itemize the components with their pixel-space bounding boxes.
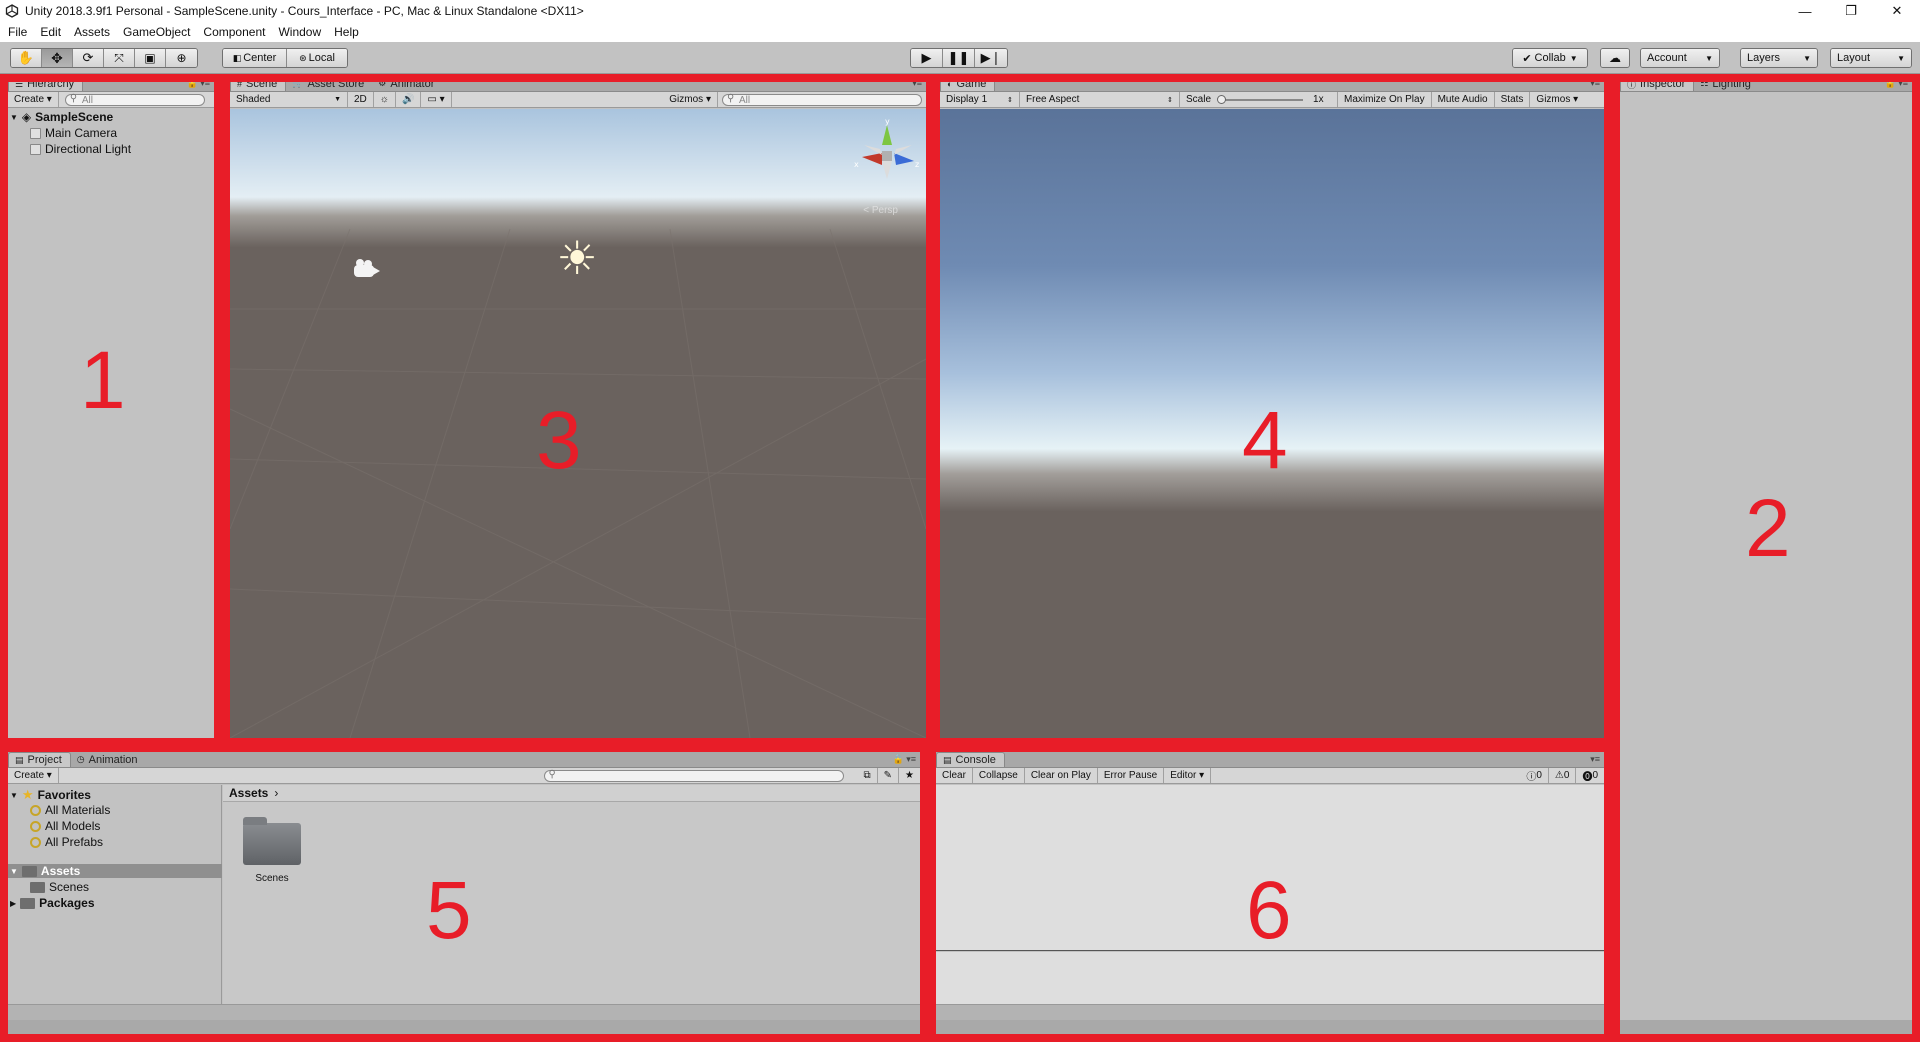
move-tool-button[interactable]: ✥: [42, 49, 73, 67]
local-label: Local: [308, 52, 335, 64]
annotation-number-1: 1: [80, 335, 126, 426]
annotation-number-5: 5: [426, 865, 472, 956]
chevron-down-icon: ▼: [1897, 53, 1905, 63]
annotation-number-2: 2: [1745, 483, 1791, 574]
transform-tool-button[interactable]: ⊕: [166, 49, 197, 67]
pause-button[interactable]: ❚❚: [943, 49, 975, 67]
menu-component[interactable]: Component: [203, 25, 265, 39]
menu-edit[interactable]: Edit: [40, 25, 61, 39]
chevron-down-icon: ▼: [1569, 53, 1578, 63]
layers-dropdown[interactable]: Layers ▼: [1741, 49, 1817, 67]
pivot-icon: ◧: [232, 52, 242, 63]
account-label: Account: [1647, 52, 1687, 64]
playback-controls: ▶ ❚❚ ▶❘: [910, 48, 1008, 68]
pivot-toggles: ◧ Center ⊛ Local: [222, 48, 348, 68]
main-toolbar: ✋ ✥ ⟳ ⤧ ▣ ⊕ ◧ Center ⊛ Local ▶ ❚❚ ▶❘ ✔ Coll…: [0, 42, 1920, 74]
account-dropdown[interactable]: Account ▼: [1641, 49, 1719, 67]
move-icon: ✥: [51, 49, 63, 66]
scale-icon: ⤧: [114, 50, 124, 65]
play-button[interactable]: ▶: [911, 49, 943, 67]
annotation-number-4: 4: [1242, 395, 1288, 486]
rotate-tool-button[interactable]: ⟳: [73, 49, 104, 67]
pause-icon: ❚❚: [947, 50, 970, 65]
menu-bar: File Edit Assets GameObject Component Wi…: [0, 22, 1920, 42]
rect-icon: ▣: [144, 51, 156, 65]
chevron-down-icon: ▼: [1705, 53, 1713, 63]
account-group: Account ▼: [1640, 48, 1720, 68]
step-button[interactable]: ▶❘: [975, 49, 1007, 67]
layout-dropdown[interactable]: Layout ▼: [1831, 49, 1911, 67]
globe-icon: ⊛: [299, 52, 307, 63]
close-button[interactable]: ✕: [1874, 0, 1920, 22]
annotation-number-6: 6: [1246, 865, 1292, 956]
window-titlebar: Unity 2018.3.9f1 Personal - SampleScene.…: [0, 0, 1920, 22]
collab-label: Collab: [1534, 52, 1566, 64]
center-toggle[interactable]: ◧ Center: [223, 49, 287, 67]
transform-tools: ✋ ✥ ⟳ ⤧ ▣ ⊕: [10, 48, 198, 68]
step-icon: ▶❘: [980, 50, 1002, 65]
collab-dropdown[interactable]: ✔ Collab ▼: [1513, 49, 1587, 67]
window-title: Unity 2018.3.9f1 Personal - SampleScene.…: [25, 4, 584, 18]
minimize-button[interactable]: —: [1782, 0, 1828, 22]
rotate-icon: ⟳: [82, 50, 94, 65]
transform-icon: ⊕: [176, 51, 187, 65]
layers-label: Layers: [1747, 52, 1781, 64]
hand-tool-button[interactable]: ✋: [11, 49, 42, 67]
unity-logo-icon: [5, 4, 19, 18]
layers-group: Layers ▼: [1740, 48, 1818, 68]
menu-window[interactable]: Window: [278, 25, 321, 39]
cloud-button[interactable]: ☁: [1601, 49, 1629, 67]
chevron-down-icon: ▼: [1803, 53, 1811, 63]
layout-group: Layout ▼: [1830, 48, 1912, 68]
check-icon: ✔: [1522, 52, 1532, 65]
menu-file[interactable]: File: [8, 25, 27, 39]
menu-help[interactable]: Help: [334, 25, 359, 39]
layout-label: Layout: [1837, 52, 1871, 64]
local-toggle[interactable]: ⊛ Local: [287, 49, 347, 67]
menu-gameobject[interactable]: GameObject: [123, 25, 190, 39]
center-label: Center: [243, 52, 277, 64]
hand-icon: ✋: [17, 50, 35, 65]
cloud-icon: ☁: [1609, 51, 1621, 65]
restore-button[interactable]: ❐: [1828, 0, 1874, 22]
collab-group: ✔ Collab ▼: [1512, 48, 1588, 68]
cloud-group: ☁: [1600, 48, 1630, 68]
play-icon: ▶: [921, 50, 932, 65]
menu-assets[interactable]: Assets: [74, 25, 110, 39]
rect-tool-button[interactable]: ▣: [135, 49, 166, 67]
scale-tool-button[interactable]: ⤧: [104, 49, 135, 67]
annotation-number-3: 3: [536, 395, 582, 486]
